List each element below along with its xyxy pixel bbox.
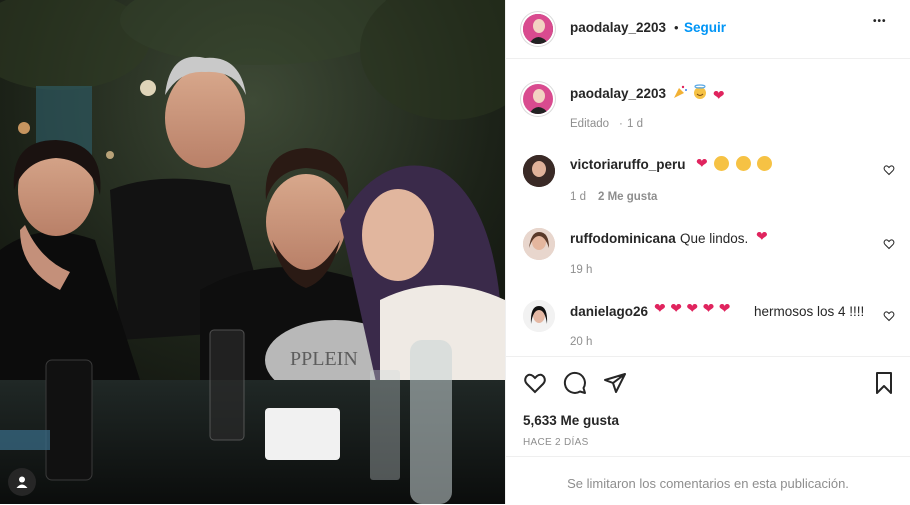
author-avatar[interactable] bbox=[523, 14, 553, 44]
commenter-avatar[interactable] bbox=[523, 155, 555, 187]
comment-time[interactable]: 19 h bbox=[570, 264, 592, 276]
heart-icon[interactable] bbox=[523, 371, 547, 395]
caption-emojis: ❤ bbox=[672, 84, 725, 105]
comment-username-link[interactable]: victoriaruffo_peru bbox=[570, 157, 686, 172]
comment-emojis: ❤ ❤ ❤ ❤ ❤ bbox=[654, 300, 730, 318]
red-heart-icon: ❤ bbox=[670, 300, 682, 316]
comment-emojis: ❤ bbox=[696, 155, 773, 173]
comment-username-link[interactable]: danielago26 bbox=[570, 304, 648, 319]
separator-dot: • bbox=[674, 20, 679, 35]
follow-button[interactable]: Seguir bbox=[684, 20, 726, 35]
post-photo[interactable]: PPLEIN bbox=[0, 0, 505, 504]
star-struck-face-icon bbox=[714, 156, 730, 171]
commenter-avatar-image bbox=[523, 155, 555, 187]
post-photo-image: PPLEIN bbox=[0, 0, 505, 504]
party-popper-icon bbox=[674, 85, 687, 98]
post-side-panel: paodalay_2203 • Seguir ••• paodalay_2203 bbox=[505, 0, 910, 504]
commenter-avatar[interactable] bbox=[523, 300, 555, 332]
heart-icon[interactable] bbox=[883, 238, 895, 250]
more-options-button[interactable]: ••• bbox=[873, 16, 887, 27]
star-struck-face-icon bbox=[735, 156, 751, 171]
red-heart-icon: ❤ bbox=[702, 300, 715, 316]
comment-likes-count[interactable]: 2 Me gusta bbox=[598, 191, 657, 203]
user-icon bbox=[16, 476, 28, 488]
caption-username-link[interactable]: paodalay_2203 bbox=[570, 86, 666, 101]
comment-text: hermosos los 4 !!!! bbox=[754, 304, 865, 319]
caption-author-avatar[interactable] bbox=[523, 84, 553, 114]
post-date[interactable]: HACE 2 DÍAS bbox=[523, 437, 589, 448]
footer-divider bbox=[506, 456, 910, 457]
heart-icon[interactable] bbox=[883, 164, 895, 176]
red-heart-icon: ❤ bbox=[756, 228, 768, 244]
commenter-avatar[interactable] bbox=[523, 228, 555, 260]
commenter-avatar-image bbox=[523, 300, 555, 332]
red-heart-icon: ❤ bbox=[686, 300, 699, 316]
red-heart-icon: ❤ bbox=[654, 300, 666, 316]
red-heart-icon: ❤ bbox=[718, 300, 731, 316]
heart-icon[interactable] bbox=[883, 310, 895, 322]
comment-username-link[interactable]: ruffodominicana bbox=[570, 231, 676, 246]
caption-avatar-image bbox=[523, 84, 553, 114]
comment-time[interactable]: 1 d bbox=[570, 191, 586, 203]
bookmark-icon[interactable] bbox=[872, 371, 896, 395]
comment-text: Que lindos. bbox=[680, 231, 749, 246]
red-heart-icon: ❤ bbox=[696, 155, 708, 171]
caption-time[interactable]: 1 d bbox=[627, 118, 643, 130]
author-username-link[interactable]: paodalay_2203 bbox=[570, 20, 666, 35]
commenter-avatar-image bbox=[523, 228, 555, 260]
comment-time[interactable]: 20 h bbox=[570, 336, 592, 348]
caption-meta-separator: · bbox=[619, 118, 623, 130]
comment-icon[interactable] bbox=[563, 371, 587, 395]
smiling-face-with-halo-icon bbox=[694, 84, 707, 99]
likes-count[interactable]: 5,633 Me gusta bbox=[523, 413, 619, 428]
svg-text:PPLEIN: PPLEIN bbox=[290, 348, 358, 370]
share-icon[interactable] bbox=[603, 371, 627, 395]
tagged-user-button[interactable] bbox=[8, 468, 36, 496]
red-heart-icon: ❤ bbox=[712, 87, 725, 103]
caption-edited-label: Editado bbox=[570, 118, 610, 130]
author-avatar-image bbox=[523, 14, 553, 44]
instagram-post-view: PPLEIN paodalay_2203 • Seguir ••• paodal… bbox=[0, 0, 910, 504]
comments-limited-notice: Se limitaron los comentarios en esta pub… bbox=[567, 476, 849, 491]
post-header: paodalay_2203 • Seguir ••• bbox=[506, 0, 910, 59]
star-struck-face-icon bbox=[757, 156, 773, 171]
